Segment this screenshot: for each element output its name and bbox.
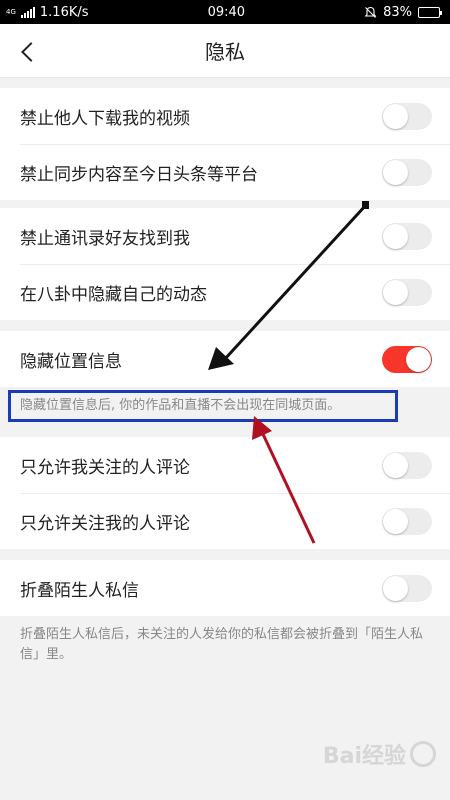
toggle-switch[interactable] (382, 158, 432, 186)
status-right: 83% (364, 4, 442, 20)
setting-row-hide-gossip[interactable]: 在八卦中隐藏自己的动态 (0, 264, 450, 320)
settings-group-2: 禁止通讯录好友找到我 在八卦中隐藏自己的动态 (0, 208, 450, 320)
back-button[interactable] (14, 38, 42, 66)
setting-label: 隐藏位置信息 (20, 351, 122, 372)
page-title: 隐私 (205, 40, 245, 64)
setting-row-block-download[interactable]: 禁止他人下载我的视频 (0, 88, 450, 144)
toggle-switch[interactable] (382, 451, 432, 479)
settings-group-5: 折叠陌生人私信 (0, 560, 450, 616)
toggle-knob (383, 452, 408, 478)
toggle-knob (383, 575, 408, 601)
nav-bar: 隐私 (0, 24, 450, 78)
toggle-knob (383, 159, 408, 185)
setting-label: 折叠陌生人私信 (20, 580, 139, 601)
status-left: 4G 1.16K/s (6, 5, 89, 20)
toggle-knob (383, 279, 408, 305)
status-bar: 4G 1.16K/s 09:40 83% (0, 0, 450, 24)
paw-logo-icon (410, 741, 436, 767)
bell-muted-icon (364, 6, 377, 18)
signal-icon (20, 6, 35, 18)
settings-group-3: 隐藏位置信息 (0, 331, 450, 387)
status-time: 09:40 (207, 4, 246, 20)
battery-percent: 83% (383, 4, 412, 20)
toggle-switch[interactable] (382, 222, 432, 250)
toggle-knob (383, 508, 408, 534)
settings-group-1: 禁止他人下载我的视频 禁止同步内容至今日头条等平台 (0, 88, 450, 200)
setting-label: 禁止同步内容至今日头条等平台 (20, 164, 258, 185)
settings-group-4: 只允许我关注的人评论 只允许关注我的人评论 (0, 437, 450, 549)
setting-label: 在八卦中隐藏自己的动态 (20, 284, 207, 305)
toggle-switch[interactable] (382, 507, 432, 535)
setting-label: 禁止通讯录好友找到我 (20, 228, 190, 249)
toggle-knob (383, 103, 408, 129)
setting-row-block-contacts[interactable]: 禁止通讯录好友找到我 (0, 208, 450, 264)
annotation-highlight-box (8, 390, 398, 422)
setting-row-fold-stranger-dm[interactable]: 折叠陌生人私信 (0, 560, 450, 616)
battery-icon (417, 6, 442, 18)
network-speed: 1.16K/s (39, 4, 89, 20)
toggle-knob (406, 346, 431, 372)
toggle-switch[interactable] (382, 574, 432, 602)
toggle-knob (383, 223, 408, 249)
setting-row-comment-following[interactable]: 只允许我关注的人评论 (0, 437, 450, 493)
setting-row-hide-location[interactable]: 隐藏位置信息 (0, 331, 450, 387)
network-type: 4G (6, 7, 16, 16)
setting-label: 只允许我关注的人评论 (20, 457, 190, 478)
watermark: Bai经验 (323, 738, 436, 770)
watermark-text: Bai经验 (322, 744, 406, 769)
toggle-switch[interactable] (382, 278, 432, 306)
toggle-switch[interactable] (382, 102, 432, 130)
setting-row-comment-followers[interactable]: 只允许关注我的人评论 (0, 493, 450, 549)
stranger-dm-hint-text: 折叠陌生人私信后，未关注的人发给你的私信都会被折叠到「陌生人私信」里。 (20, 627, 424, 662)
toggle-switch[interactable] (382, 345, 432, 373)
setting-label: 只允许关注我的人评论 (20, 513, 190, 534)
setting-label: 禁止他人下载我的视频 (20, 108, 190, 129)
setting-row-block-sync[interactable]: 禁止同步内容至今日头条等平台 (0, 144, 450, 200)
